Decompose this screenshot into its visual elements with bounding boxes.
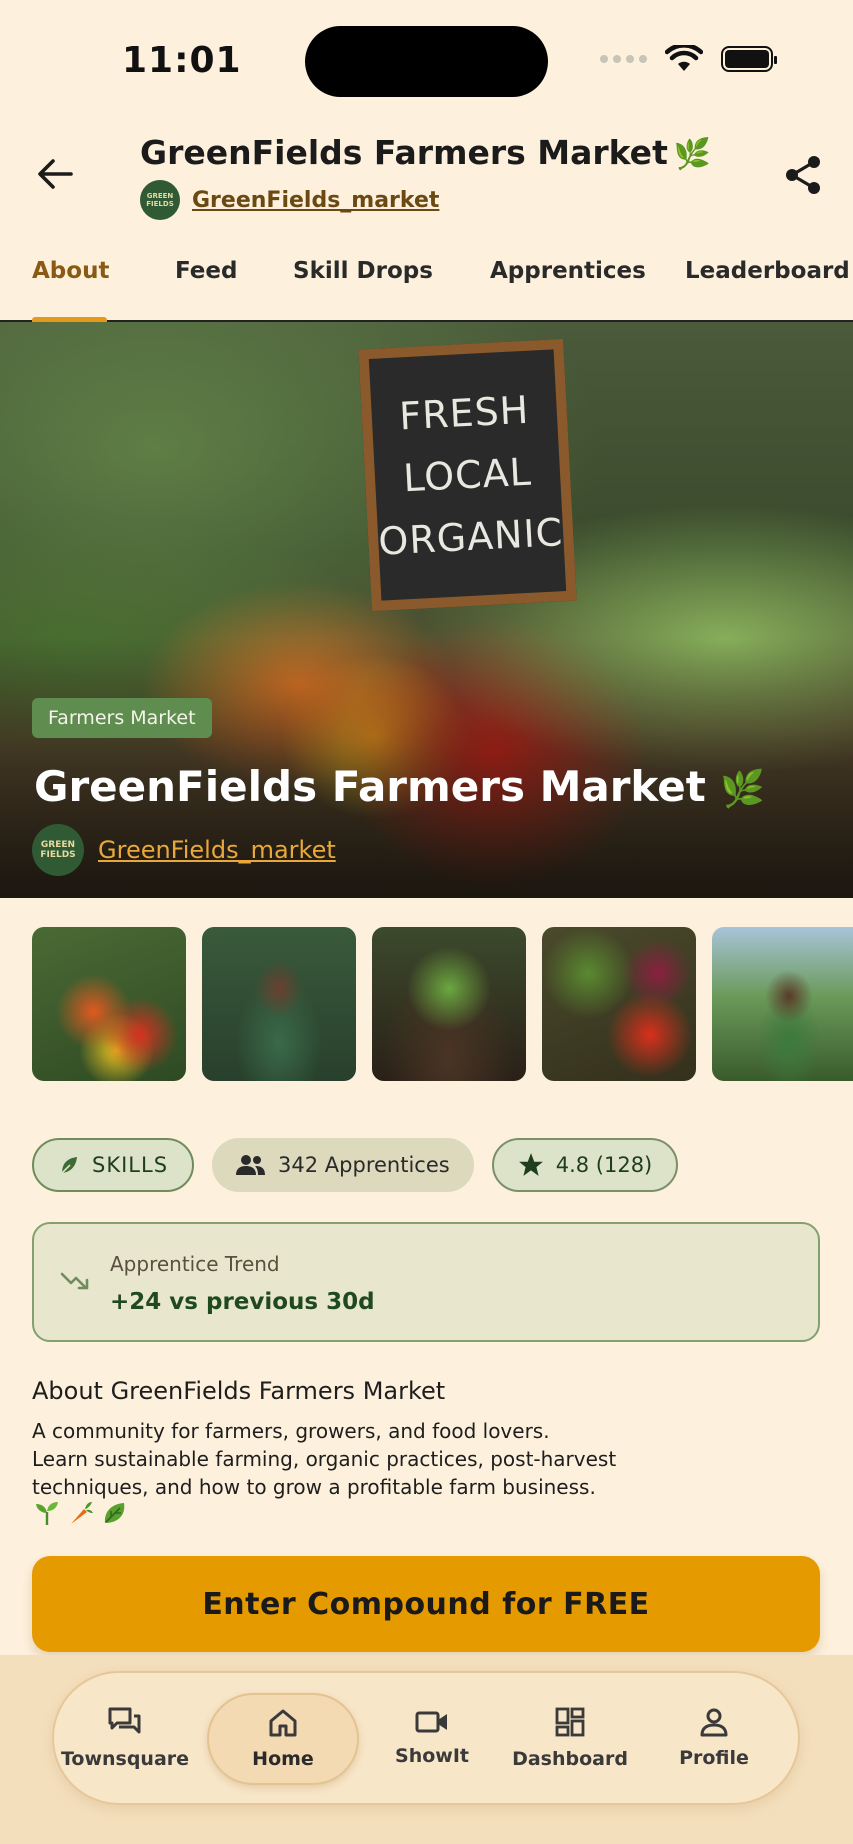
enter-compound-button[interactable]: Enter Compound for FREE: [32, 1556, 820, 1652]
app-header: GreenFields Farmers Market 🌿 GREEN FIELDS…: [0, 125, 853, 235]
share-icon: [786, 156, 820, 194]
gallery-thumb[interactable]: [372, 927, 526, 1081]
nav-label: ShowIt: [395, 1745, 469, 1767]
gallery-thumb[interactable]: [202, 927, 356, 1081]
hero-title-text: GreenFields Farmers Market: [34, 762, 706, 811]
dashboard-icon: [555, 1707, 585, 1737]
nav-label: Profile: [679, 1747, 749, 1769]
leaf-emoji: 🌿: [720, 769, 766, 810]
nav-townsquare[interactable]: Townsquare: [60, 1673, 190, 1803]
seedling-icon: [36, 1502, 58, 1525]
about-line: Learn sustainable farming, organic pract…: [32, 1447, 617, 1471]
rating-chip[interactable]: 4.8 (128): [491, 1138, 679, 1192]
gallery-thumb[interactable]: [712, 927, 853, 1081]
nav-home[interactable]: Home: [207, 1693, 359, 1785]
leaf-emoji: 🌿: [673, 137, 712, 172]
chalkboard-sign: FRESH LOCAL ORGANIC: [358, 338, 577, 612]
tab-apprentices[interactable]: Apprentices: [490, 258, 646, 284]
chalkboard-line: LOCAL: [402, 449, 533, 501]
trend-down-icon: [60, 1272, 89, 1290]
skills-chip-label: SKILLS: [92, 1153, 169, 1177]
page-title: GreenFields Farmers Market 🌿: [140, 133, 711, 172]
tab-leaderboard[interactable]: Leaderboard: [685, 258, 850, 284]
category-badge: Farmers Market: [32, 698, 212, 738]
apprentice-trend-card: Apprentice Trend +24 vs previous 30d: [32, 1222, 820, 1342]
tab-feed[interactable]: Feed: [175, 258, 237, 284]
nav-profile[interactable]: Profile: [654, 1673, 774, 1803]
gallery-thumb[interactable]: [542, 927, 696, 1081]
skills-chip[interactable]: SKILLS: [32, 1138, 195, 1192]
apprentices-chip[interactable]: 342 Apprentices: [212, 1138, 474, 1192]
about-description: A community for farmers, growers, and fo…: [32, 1417, 732, 1501]
leafy-green-icon: [104, 1503, 125, 1523]
nav-dashboard[interactable]: Dashboard: [510, 1673, 630, 1803]
avatar[interactable]: GREEN FIELDS: [32, 824, 84, 876]
stats-chips: SKILLS 342 Apprentices 4.8 (128): [32, 1138, 679, 1192]
battery-icon: [721, 46, 777, 72]
about-heading: About GreenFields Farmers Market: [32, 1377, 446, 1405]
people-icon: [236, 1155, 266, 1175]
hero-handle-row: GREEN FIELDS GreenFields_market: [32, 824, 336, 876]
rating-value: 4.8 (128): [555, 1153, 653, 1177]
about-emojis: 🌱: [34, 1500, 128, 1526]
profile-icon: [700, 1708, 728, 1737]
status-time: 11:01: [122, 40, 242, 81]
nav-label: Dashboard: [512, 1748, 628, 1770]
avatar[interactable]: GREEN FIELDS: [140, 180, 180, 220]
trend-value: +24 vs previous 30d: [110, 1289, 375, 1315]
signal-icon: [600, 55, 647, 63]
photo-gallery: [32, 927, 853, 1082]
hero-image: FRESH LOCAL ORGANIC Farmers Market Green…: [0, 322, 853, 898]
nav-label: Home: [252, 1748, 314, 1770]
gallery-thumb[interactable]: [32, 927, 186, 1081]
trend-label: Apprentice Trend: [110, 1252, 280, 1276]
nav-showit[interactable]: ShowIt: [372, 1673, 492, 1803]
tab-bar: About Feed Skill Drops Apprentices Leade…: [0, 250, 853, 322]
status-bar: 11:01: [0, 0, 853, 110]
chalkboard-line: ORGANIC: [377, 510, 565, 564]
handle-link[interactable]: GreenFields_market: [192, 188, 439, 213]
video-icon: [415, 1711, 447, 1733]
about-line: A community for farmers, growers, and fo…: [32, 1419, 550, 1443]
dynamic-island: [305, 26, 548, 97]
wifi-icon: [665, 45, 703, 71]
apprentices-count: 342 Apprentices: [278, 1153, 450, 1177]
chalkboard-line: FRESH: [398, 387, 531, 439]
bottom-nav: Townsquare Home ShowIt Dashboard Profile: [52, 1671, 800, 1805]
share-button[interactable]: [777, 149, 829, 201]
about-line: techniques, and how to grow a profitable…: [32, 1475, 596, 1499]
tab-about[interactable]: About: [32, 258, 109, 284]
page-title-text: GreenFields Farmers Market: [140, 133, 668, 172]
home-icon: [269, 1709, 297, 1737]
arrow-left-icon: [38, 159, 73, 189]
status-icons: [600, 45, 777, 73]
star-icon: [518, 1153, 543, 1176]
carrot-icon: [71, 1502, 93, 1524]
nav-label: Townsquare: [60, 1748, 190, 1770]
header-handle-row: GREEN FIELDS GreenFields_market: [140, 180, 439, 220]
chat-icon: [108, 1707, 141, 1734]
tab-skill-drops[interactable]: Skill Drops: [293, 258, 433, 284]
leaf-icon: [60, 1157, 77, 1175]
back-button[interactable]: [30, 149, 80, 199]
hero-handle-link[interactable]: GreenFields_market: [98, 836, 336, 864]
hero-title: GreenFields Farmers Market 🌿: [34, 762, 765, 811]
